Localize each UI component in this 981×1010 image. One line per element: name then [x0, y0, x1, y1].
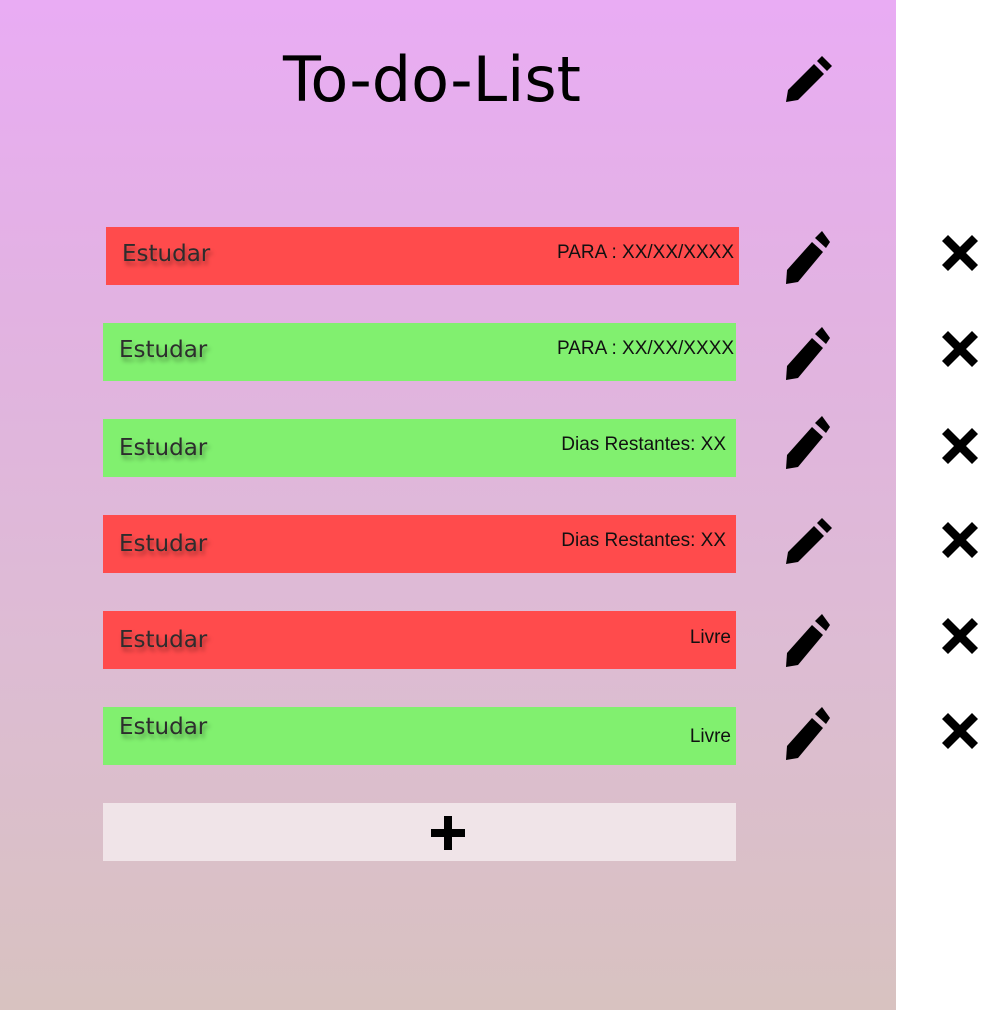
task-title: Estudar: [119, 531, 208, 557]
task-due-date: PARA : XX/XX/XXXX: [556, 338, 734, 359]
close-icon: [942, 618, 978, 654]
task-days-remaining: Dias Restantes: XX: [561, 530, 726, 551]
delete-task-button[interactable]: [938, 231, 981, 275]
task-row[interactable]: Estudar Livre: [103, 707, 736, 765]
todo-panel: To-do-List Estudar PARA : XX/XX/XXXX Est…: [0, 0, 896, 1010]
close-icon: [942, 235, 978, 271]
task-row[interactable]: Estudar PARA : XX/XX/XXXX: [103, 323, 736, 381]
task-row[interactable]: Estudar PARA : XX/XX/XXXX: [106, 227, 739, 285]
edit-title-button[interactable]: [784, 52, 832, 108]
close-icon: [942, 522, 978, 558]
task-title: Estudar: [119, 714, 208, 740]
edit-task-button[interactable]: [784, 518, 832, 566]
pencil-icon: [786, 327, 830, 380]
pencil-icon: [786, 56, 832, 102]
task-status: Livre: [689, 627, 731, 648]
delete-task-button[interactable]: [938, 709, 981, 753]
pencil-icon: [786, 518, 832, 564]
task-title: Estudar: [119, 627, 208, 653]
task-days-remaining: Dias Restantes: XX: [561, 434, 726, 455]
plus-icon: [431, 816, 465, 850]
add-task-button[interactable]: [103, 803, 736, 861]
delete-task-button[interactable]: [938, 518, 981, 562]
task-row[interactable]: Estudar Dias Restantes: XX: [103, 419, 736, 477]
task-title: Estudar: [119, 435, 208, 461]
page-title: To-do-List: [283, 43, 581, 116]
close-icon: [942, 331, 978, 367]
edit-task-button[interactable]: [784, 326, 832, 382]
pencil-icon: [786, 707, 830, 760]
delete-task-button[interactable]: [938, 327, 981, 371]
task-row[interactable]: Estudar Livre: [103, 611, 736, 669]
close-icon: [942, 428, 978, 464]
edit-task-button[interactable]: [784, 706, 832, 762]
edit-task-button[interactable]: [784, 415, 832, 471]
task-title: Estudar: [122, 241, 211, 267]
task-due-date: PARA : XX/XX/XXXX: [556, 242, 734, 263]
task-title: Estudar: [119, 337, 208, 363]
task-status: Livre: [689, 726, 731, 747]
pencil-icon: [786, 416, 830, 469]
edit-task-button[interactable]: [784, 230, 832, 286]
task-row[interactable]: Estudar Dias Restantes: XX: [103, 515, 736, 573]
close-icon: [942, 713, 978, 749]
edit-task-button[interactable]: [784, 613, 832, 669]
pencil-icon: [786, 231, 830, 284]
delete-task-button[interactable]: [938, 614, 981, 658]
pencil-icon: [786, 614, 830, 667]
delete-task-button[interactable]: [938, 424, 981, 468]
